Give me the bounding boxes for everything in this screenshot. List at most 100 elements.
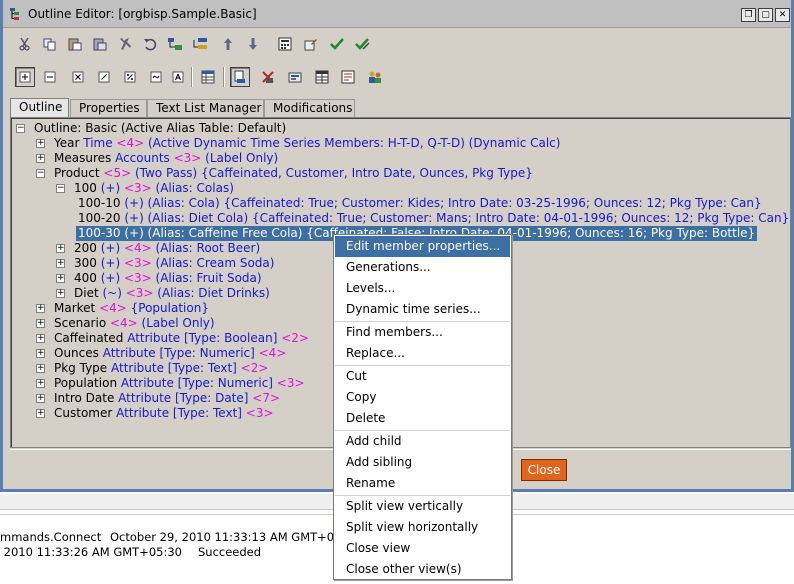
tree-row-text: Attribute [Type: Numeric] <box>102 346 259 360</box>
tree-row-text: <4> <box>99 301 131 315</box>
tree-row-text: 200 <box>74 241 101 255</box>
expand-icon[interactable]: + <box>36 394 45 403</box>
expand-icon[interactable]: + <box>56 244 65 253</box>
expand-icon[interactable]: + <box>36 334 45 343</box>
close-button[interactable]: Close <box>521 459 567 481</box>
collapse-icon[interactable]: − <box>16 124 25 133</box>
tree-row-label: 100 (+) <3> (Alias: Colas) <box>72 181 236 196</box>
menu-item-dynamic-time-series[interactable]: Dynamic time series... <box>335 299 510 320</box>
expand-icon[interactable]: + <box>56 274 65 283</box>
report-icon[interactable] <box>338 67 358 87</box>
menu-item-find-members[interactable]: Find members... <box>335 322 510 343</box>
verify-icon[interactable] <box>327 34 347 54</box>
tree-row-label: Year Time <4> (Active Dynamic Time Serie… <box>52 136 562 151</box>
tilde-icon[interactable] <box>146 67 166 87</box>
add-child-icon[interactable] <box>165 34 185 54</box>
verify-all-icon[interactable] <box>353 34 373 54</box>
expand-icon[interactable]: + <box>56 259 65 268</box>
tree-row-text: (~) <box>102 286 126 300</box>
tab-text-list-manager[interactable]: Text List Manager <box>147 99 264 118</box>
outline-icon[interactable] <box>230 67 250 87</box>
toolbar-separator <box>223 67 225 87</box>
copy-icon[interactable] <box>40 34 60 54</box>
menu-item-add-sibling[interactable]: Add sibling <box>335 452 510 473</box>
add-sibling-icon[interactable] <box>190 34 210 54</box>
tree-row-label: 100-20 (+) (Alias: Diet Cola) {Caffeinat… <box>76 211 791 226</box>
menu-item-close-other-view-s[interactable]: Close other view(s) <box>335 559 510 580</box>
users-icon[interactable] <box>365 67 385 87</box>
menu-item-split-view-vertically[interactable]: Split view vertically <box>335 496 510 517</box>
expand-icon[interactable]: + <box>36 379 45 388</box>
addition-icon[interactable] <box>15 67 35 87</box>
percent-icon[interactable] <box>120 67 140 87</box>
tree-row-label: Ounces Attribute [Type: Numeric] <4> <box>52 346 288 361</box>
tree-row-text: (Alias: Diet Drinks) <box>157 286 270 300</box>
log-row-2-time: 2010 11:33:26 AM GMT+05:30 <box>0 545 182 559</box>
menu-item-add-child[interactable]: Add child <box>335 431 510 452</box>
expand-icon[interactable]: + <box>56 289 65 298</box>
table-icon[interactable] <box>312 67 332 87</box>
no-consolidation-icon[interactable] <box>168 67 188 87</box>
menu-item-delete[interactable]: Delete <box>335 408 510 429</box>
menu-item-generations[interactable]: Generations... <box>335 257 510 278</box>
tree-row-text: <3> <box>245 406 274 420</box>
menu-item-edit-member-properties[interactable]: Edit member properties... <box>335 236 510 257</box>
log-row-2-status: Succeeded <box>198 545 262 559</box>
tree-row-text: Ounces <box>54 346 103 360</box>
tab-outline[interactable]: Outline <box>10 98 69 118</box>
tab-modifications[interactable]: Modifications <box>264 99 355 118</box>
paste-special-icon[interactable] <box>90 34 110 54</box>
menu-item-cut[interactable]: Cut <box>335 366 510 387</box>
calculator-icon[interactable] <box>275 34 295 54</box>
subtraction-icon[interactable] <box>40 67 60 87</box>
maximize-icon[interactable]: ▢ <box>758 8 773 22</box>
menu-item-replace[interactable]: Replace... <box>335 343 510 364</box>
tree-row-text: Scenario <box>54 316 110 330</box>
expand-icon[interactable]: + <box>36 154 45 163</box>
window-title: Outline Editor: [orgbisp.Sample.Basic] <box>28 7 257 21</box>
division-icon[interactable] <box>94 67 114 87</box>
menu-item-levels[interactable]: Levels... <box>335 278 510 299</box>
tree-row-text: <3> <box>173 151 206 165</box>
delete-icon[interactable] <box>258 67 278 87</box>
tree-row-text: <3> <box>123 256 156 270</box>
expand-icon[interactable]: + <box>36 364 45 373</box>
move-down-icon[interactable] <box>243 34 263 54</box>
tree-row-text: <3> <box>123 271 156 285</box>
tree-row-text: Year <box>54 136 84 150</box>
expand-icon[interactable]: + <box>36 139 45 148</box>
menu-item-close-view[interactable]: Close view <box>335 538 510 559</box>
tree-row-label: Measures Accounts <3> (Label Only) <box>52 151 280 166</box>
paste-icon[interactable] <box>65 34 85 54</box>
tree-row-text: Product <box>54 166 104 180</box>
expand-icon[interactable]: + <box>36 304 45 313</box>
multiplication-icon[interactable] <box>68 67 88 87</box>
move-up-icon[interactable] <box>218 34 238 54</box>
expand-icon[interactable]: + <box>36 349 45 358</box>
undo-icon[interactable] <box>140 34 160 54</box>
tools-icon[interactable] <box>115 34 135 54</box>
tree-row-text: Population <box>54 376 121 390</box>
expand-icon[interactable]: + <box>36 319 45 328</box>
collapse-icon[interactable]: − <box>56 184 65 193</box>
expand-icon[interactable]: + <box>36 409 45 418</box>
settings-icon[interactable] <box>285 67 305 87</box>
menu-item-split-view-horizontally[interactable]: Split view horizontally <box>335 517 510 538</box>
tree-row-label: Intro Date Attribute [Type: Date] <7> <box>52 391 282 406</box>
properties-icon[interactable] <box>301 34 321 54</box>
tree-row-text: (Label Only) <box>141 316 215 330</box>
close-icon[interactable]: ✕ <box>775 8 790 22</box>
grid-icon[interactable] <box>198 67 218 87</box>
menu-item-copy[interactable]: Copy <box>335 387 510 408</box>
tree-row-text: (Alias: Colas) <box>155 181 234 195</box>
collapse-icon[interactable]: − <box>36 169 45 178</box>
menu-item-rename[interactable]: Rename <box>335 473 510 494</box>
tree-row-text: <5> <box>103 166 135 180</box>
tree-row-text: (+) <box>100 271 124 285</box>
cut-icon[interactable] <box>15 34 35 54</box>
restore-icon[interactable]: ❐ <box>741 8 756 22</box>
tab-properties[interactable]: Properties <box>70 99 147 118</box>
tree-row-text: <2> <box>240 361 269 375</box>
toolbar-main <box>5 29 789 59</box>
tree-row-label: Scenario <4> (Label Only) <box>52 316 217 331</box>
